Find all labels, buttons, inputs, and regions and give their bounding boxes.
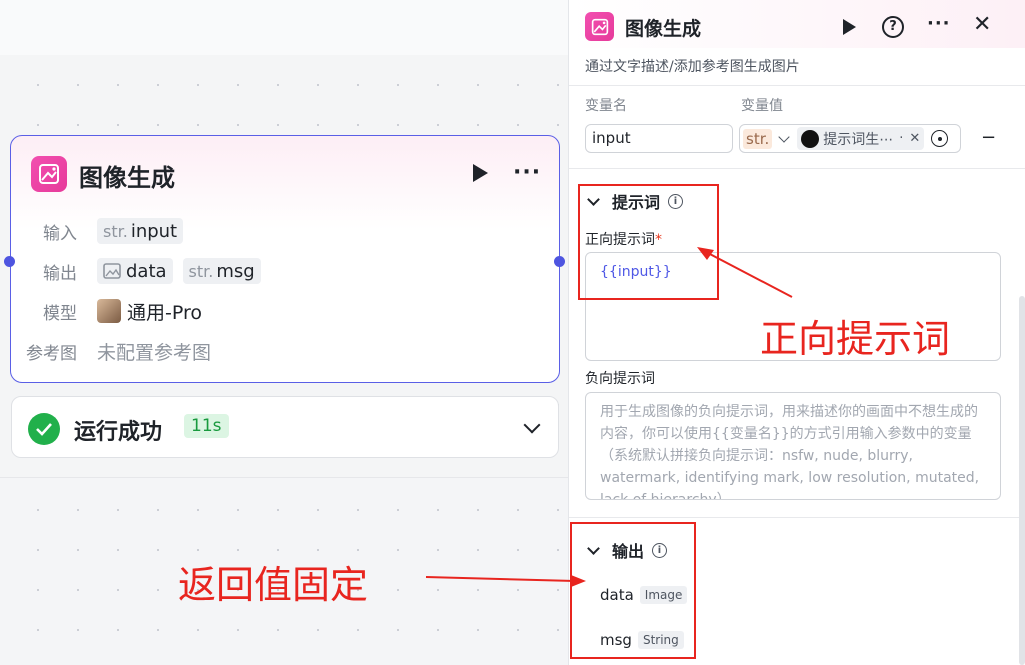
canvas-top-band: [0, 0, 568, 55]
reference-node-icon: [801, 129, 820, 148]
model-value: 通用-Pro: [97, 298, 202, 325]
node-title: 图像生成: [79, 164, 175, 192]
var-value-header: 变量值: [741, 98, 783, 114]
output-tag-msg: str. msg: [182, 258, 261, 284]
model-label: 模型: [43, 303, 77, 324]
node-run-button[interactable]: [473, 164, 488, 182]
divider: [569, 517, 1025, 518]
var-name-input[interactable]: input: [585, 124, 733, 153]
annotation-box-output: [570, 522, 696, 659]
variable-settings-icon[interactable]: [931, 130, 949, 147]
model-avatar: [97, 299, 121, 323]
image-generation-node[interactable]: 图像生成 ··· 输入 str. input 输出 data str. msg 模型…: [10, 135, 560, 383]
help-icon[interactable]: ?: [882, 16, 904, 38]
annotation-positive-prompt: 正向提示词: [760, 317, 951, 361]
node-more-icon[interactable]: ···: [513, 160, 541, 185]
panel-run-button[interactable]: [843, 19, 856, 35]
annotation-fixed-return: 返回值固定: [178, 563, 369, 607]
reference-label: 参考图: [26, 343, 77, 364]
panel-more-icon[interactable]: ···: [927, 13, 951, 34]
var-value-selector[interactable]: str. 提示词生⋯ · ✕: [739, 124, 961, 153]
node-input-port[interactable]: [4, 256, 15, 267]
annotation-box-prompt: [578, 184, 719, 300]
input-label: 输入: [43, 223, 77, 244]
run-time-badge: 11s: [184, 414, 229, 438]
divider: [569, 168, 1025, 169]
node-output-row: 输出 data str. msg: [31, 256, 271, 286]
panel-scrollbar[interactable]: [1019, 296, 1025, 665]
var-type-chip[interactable]: str.: [743, 128, 773, 149]
input-tag: str. input: [97, 218, 184, 244]
negative-prompt-label: 负向提示词: [585, 371, 655, 387]
output-label: 输出: [43, 263, 77, 284]
run-status-text: 运行成功: [74, 420, 163, 445]
output-tag-data: data: [97, 258, 173, 284]
success-check-icon: [28, 413, 60, 445]
node-input-row: 输入 str. input: [31, 216, 193, 246]
remove-variable-button[interactable]: −: [981, 127, 996, 148]
node-output-port[interactable]: [554, 256, 565, 267]
close-icon[interactable]: ✕: [973, 12, 991, 37]
panel-title: 图像生成: [625, 18, 702, 40]
image-icon: [103, 263, 121, 279]
panel-image-generate-icon: [585, 12, 614, 41]
node-reference-row: 参考图 未配置参考图: [11, 336, 211, 366]
chevron-down-icon[interactable]: [523, 416, 541, 434]
node-model-row: 模型 通用-Pro: [31, 296, 202, 326]
reference-value: 未配置参考图: [97, 341, 212, 364]
divider: [569, 85, 1025, 86]
var-reference-chip[interactable]: 提示词生⋯ · ✕: [797, 127, 925, 150]
image-generate-icon: [31, 156, 67, 192]
var-name-header: 变量名: [585, 98, 627, 114]
run-status-bar[interactable]: 运行成功 11s: [11, 396, 559, 458]
chevron-down-icon[interactable]: [778, 130, 790, 143]
panel-description: 通过文字描述/添加参考图生成图片: [585, 59, 800, 75]
remove-reference-icon[interactable]: ✕: [909, 131, 920, 146]
negative-prompt-input[interactable]: 用于生成图像的负向提示词，用来描述你的画面中不想生成的内容，你可以使用{{变量名…: [585, 392, 1001, 500]
